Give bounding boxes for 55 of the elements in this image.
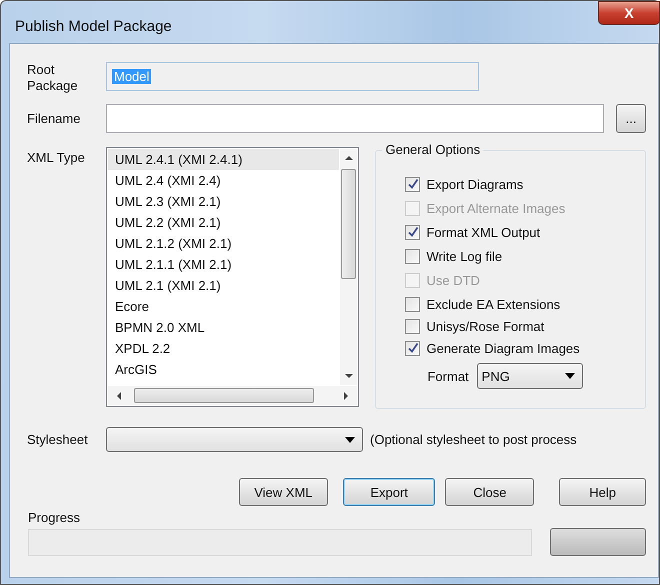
group-title: General Options	[382, 142, 484, 157]
checkbox[interactable]	[405, 318, 420, 334]
dialog-button[interactable]: Close	[445, 478, 534, 506]
checkbox-label: Exclude EA Extensions	[426, 296, 560, 312]
browse-button[interactable]: ...	[616, 104, 646, 133]
dialog-button[interactable]: Export	[342, 478, 436, 506]
list-item[interactable]: UML 2.3 (XMI 2.1)	[108, 191, 340, 212]
vertical-scrollbar[interactable]	[340, 149, 358, 385]
window-title: Publish Model Package	[15, 18, 172, 34]
xml-type-label: XML Type	[27, 149, 86, 165]
filename-label: Filename	[27, 111, 82, 126]
dialog-button[interactable]: View XML	[239, 478, 328, 506]
list-item[interactable]: UML 2.1.1 (XMI 2.1)	[108, 254, 340, 275]
checkbox[interactable]	[405, 224, 420, 240]
checkbox[interactable]	[405, 248, 420, 264]
horizontal-scrollbar[interactable]	[108, 386, 358, 405]
progress-label: Progress	[28, 510, 82, 525]
checkbox[interactable]	[405, 340, 420, 356]
scroll-thumb[interactable]	[134, 388, 314, 403]
list-item[interactable]: UML 2.1.2 (XMI 2.1)	[108, 233, 340, 254]
format-dropdown[interactable]: PNG	[476, 363, 583, 389]
checkbox[interactable]	[405, 296, 420, 312]
list-item[interactable]: UML 2.2 (XMI 2.1)	[108, 212, 340, 233]
checkbox-label: Unisys/Rose Format	[426, 318, 544, 334]
list-item[interactable]: UML 2.1 (XMI 2.1)	[108, 275, 340, 296]
scroll-left-icon[interactable]	[116, 392, 122, 400]
scroll-down-icon[interactable]	[344, 373, 353, 379]
list-item[interactable]: BPMN 2.0 XML	[108, 317, 340, 338]
stylesheet-label: Stylesheet	[27, 432, 89, 447]
stylesheet-dropdown[interactable]	[106, 427, 363, 452]
checkbox-label: Export Diagrams	[426, 176, 524, 192]
list-item[interactable]: Ecore	[108, 296, 340, 317]
checkbox-label: Write Log file	[426, 248, 502, 264]
dropdown-arrow-icon	[564, 373, 575, 379]
checkbox-label: Format XML Output	[426, 224, 540, 240]
checkbox-label: Use DTD	[426, 272, 480, 288]
checkbox-label: Export Alternate Images	[426, 200, 566, 216]
checkbox[interactable]	[405, 176, 420, 192]
blank-button[interactable]	[550, 528, 646, 556]
root-package-label: Root Package	[27, 62, 79, 94]
list-item[interactable]: UML 2.4 (XMI 2.4)	[108, 170, 340, 191]
scroll-thumb[interactable]	[341, 169, 356, 279]
list-item[interactable]: ArcGIS	[108, 359, 340, 380]
xml-type-list[interactable]: UML 2.4.1 (XMI 2.4.1) UML 2.4 (XMI 2.4) UML 2.3 (XMI 2.1) UML 2.2 (XMI 2.1) UML 2.1.2 (XMI 2.1) UML 2.1.1 (XMI 2.1) UML 2.1 (XMI 2.1) Ecore BPMN 2.0 XML XPDL 2.2 ArcGIS	[106, 147, 360, 407]
scroll-up-icon[interactable]	[344, 155, 353, 161]
list-item[interactable]: UML 2.4.1 (XMI 2.4.1)	[108, 149, 340, 170]
scroll-right-icon[interactable]	[343, 392, 350, 400]
stylesheet-note: (Optional stylesheet to post process	[370, 432, 577, 447]
dropdown-arrow-icon	[345, 436, 355, 442]
list-item[interactable]: XPDL 2.2	[108, 338, 340, 359]
dialog-button[interactable]: Help	[559, 478, 646, 506]
window-close-button[interactable]: X	[598, 1, 660, 25]
format-label: Format	[427, 368, 469, 384]
checkbox-label: Generate Diagram Images	[426, 340, 580, 356]
filename-field[interactable]	[106, 104, 604, 133]
